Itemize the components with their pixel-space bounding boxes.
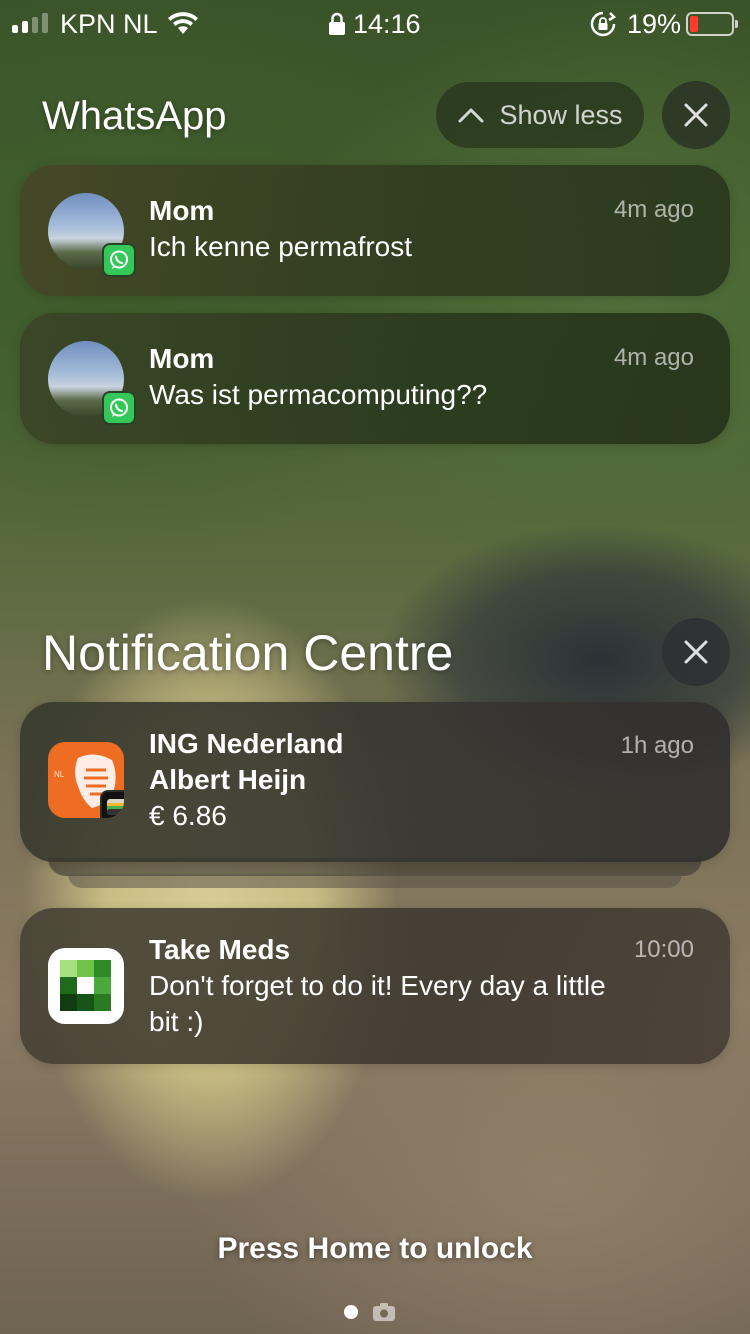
whatsapp-group-title: WhatsApp [42,94,227,138]
rotation-lock-icon [590,11,616,37]
page-dot-active [344,1305,358,1319]
whatsapp-icon [102,391,136,425]
notification-card[interactable]: NL ING Nederland Albert Heijn € 6.86 1h … [20,702,730,862]
notification-time: 4m ago [613,196,694,223]
notification-amount: € 6.86 [149,800,227,831]
battery-percent: 19% [627,9,682,39]
wallet-icon [100,790,124,818]
show-less-button[interactable]: Show less [436,82,644,148]
notification-time: 4m ago [613,344,694,371]
notification-message: Was ist permacomputing?? [149,379,488,410]
status-bar: KPN NL 14:16 19% [0,0,750,48]
camera-icon [373,1303,395,1321]
notification-card[interactable]: Take Meds Don't forget to do it! Every d… [20,908,730,1064]
battery-fill [690,16,698,32]
notification-message: Don't forget to do it! Every day a littl… [149,970,606,1037]
carrier-name: KPN NL [60,9,158,39]
ing-lion-icon: NL [48,742,124,818]
ing-icon-text: NL [54,770,65,779]
clear-notification-centre-button[interactable] [662,618,730,686]
clear-whatsapp-button[interactable] [662,81,730,149]
whatsapp-icon [102,243,136,277]
show-less-label: Show less [499,99,623,130]
notification-title: Albert Heijn [149,764,307,795]
notification-sender: Mom [149,343,215,374]
notification-card[interactable]: Mom Was ist permacomputing?? 4m ago [20,313,730,444]
lock-icon [329,12,345,35]
avatar [48,341,136,425]
signal-icon [12,13,48,33]
avatar [48,193,136,277]
battery-icon [686,12,738,36]
notification-centre-title: Notification Centre [42,625,454,681]
status-time: 14:16 [353,9,421,39]
close-icon [684,640,708,664]
close-icon [684,103,708,127]
notification-time: 10:00 [633,936,694,963]
notification-card[interactable]: Mom Ich kenne permafrost 4m ago [20,165,730,296]
notification-sender: Mom [149,195,215,226]
page-indicator [344,1302,396,1322]
notification-app-name: ING Nederland [149,728,344,759]
notification-app-name: Take Meds [149,934,291,965]
notification-time: 1h ago [620,732,694,759]
stacked-notification-edge [68,874,682,888]
wifi-icon [168,12,198,34]
unlock-hint: Press Home to unlock [217,1232,533,1265]
notification-message: Ich kenne permafrost [149,231,413,262]
chevron-up-icon [458,108,484,123]
take-meds-app-icon [48,948,124,1024]
